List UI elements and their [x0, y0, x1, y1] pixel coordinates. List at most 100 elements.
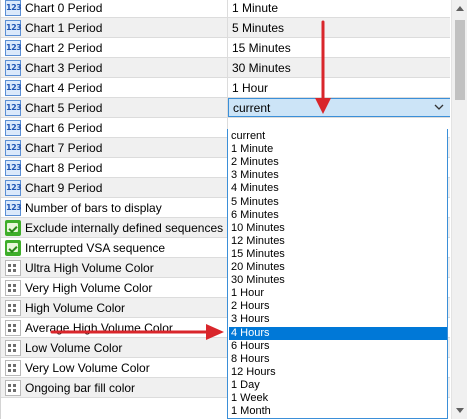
integer-icon-label: 123: [6, 102, 22, 112]
dropdown-option[interactable]: 3 Hours: [229, 313, 447, 326]
integer-icon: 123: [5, 19, 22, 36]
property-row[interactable]: 123 Chart 4 Period 1 Hour: [1, 78, 450, 98]
color-icon: [5, 339, 21, 356]
dropdown-option[interactable]: 6 Minutes: [229, 209, 447, 222]
dropdown-option[interactable]: 15 Minutes: [229, 248, 447, 261]
vertical-scrollbar[interactable]: [451, 0, 467, 419]
color-icon: [5, 259, 21, 276]
property-name: Chart 2 Period: [25, 40, 103, 55]
property-name-cell: Low Volume Color: [1, 338, 228, 357]
property-value[interactable]: 5 Minutes: [228, 18, 450, 37]
integer-icon: 123: [5, 79, 22, 96]
property-name-cell: 123 Chart 1 Period: [1, 18, 228, 37]
property-value[interactable]: 1 Minute: [228, 0, 450, 17]
dropdown-option[interactable]: current: [229, 130, 447, 143]
property-name-cell: 123 Chart 0 Period: [1, 0, 228, 17]
property-row[interactable]: 123 Chart 1 Period 5 Minutes: [1, 18, 450, 38]
property-name-cell: Average High Volume Color: [1, 318, 228, 337]
period-combobox[interactable]: current: [228, 98, 450, 117]
integer-icon: 123: [5, 59, 22, 76]
property-name: Chart 0 Period: [25, 0, 103, 15]
integer-icon-label: 123: [6, 62, 22, 72]
dropdown-option[interactable]: 12 Minutes: [229, 235, 447, 248]
property-value[interactable]: 30 Minutes: [228, 58, 450, 77]
property-name: Chart 1 Period: [25, 20, 103, 35]
dropdown-option[interactable]: 8 Hours: [229, 353, 447, 366]
color-icon: [5, 319, 21, 336]
dropdown-option[interactable]: 4 Hours: [229, 326, 447, 340]
integer-icon-label: 123: [6, 162, 22, 172]
dropdown-option[interactable]: 2 Hours: [229, 300, 447, 313]
property-name: Chart 7 Period: [25, 140, 103, 155]
property-name: Average High Volume Color: [25, 320, 173, 335]
property-name: Exclude internally defined sequences: [25, 220, 224, 235]
property-name-cell: 123 Chart 5 Period: [1, 98, 228, 117]
integer-icon: 123: [5, 139, 22, 156]
integer-icon: 123: [5, 179, 22, 196]
property-name-cell: 123 Chart 8 Period: [1, 158, 228, 177]
property-value[interactable]: 15 Minutes: [228, 38, 450, 57]
scroll-down-arrow-icon[interactable]: [452, 402, 467, 419]
property-name-cell: Interrupted VSA sequence: [1, 238, 228, 257]
integer-icon-label: 123: [6, 2, 22, 12]
property-name: Chart 4 Period: [25, 80, 103, 95]
property-name: Low Volume Color: [25, 340, 123, 355]
dropdown-option[interactable]: 1 Hour: [229, 287, 447, 300]
property-value[interactable]: 1 Hour: [228, 78, 450, 97]
property-name: High Volume Color: [25, 300, 126, 315]
color-icon: [5, 359, 21, 376]
property-name: Very High Volume Color: [25, 280, 153, 295]
dropdown-option[interactable]: 3 Minutes: [229, 169, 447, 182]
dropdown-option[interactable]: 6 Hours: [229, 340, 447, 353]
dropdown-option[interactable]: 30 Minutes: [229, 274, 447, 287]
integer-icon: 123: [5, 159, 22, 176]
property-name-cell: Exclude internally defined sequences: [1, 218, 228, 237]
property-row[interactable]: 123 Chart 0 Period 1 Minute: [1, 0, 450, 18]
integer-icon-label: 123: [6, 22, 22, 32]
color-icon: [5, 299, 21, 316]
integer-icon: 123: [5, 0, 22, 16]
property-name: Chart 8 Period: [25, 160, 103, 175]
property-name: Ultra High Volume Color: [25, 260, 154, 275]
dropdown-option[interactable]: 1 Month: [229, 405, 447, 418]
property-name-cell: Ongoing bar fill color: [1, 378, 228, 397]
property-row[interactable]: 123 Chart 3 Period 30 Minutes: [1, 58, 450, 78]
integer-icon: 123: [5, 199, 22, 216]
scroll-up-arrow-icon[interactable]: [452, 0, 467, 17]
dropdown-option[interactable]: 1 Week: [229, 392, 447, 405]
dropdown-option[interactable]: 4 Minutes: [229, 182, 447, 195]
dropdown-option[interactable]: 1 Day: [229, 379, 447, 392]
chevron-down-icon[interactable]: [433, 101, 445, 113]
integer-icon-label: 123: [6, 142, 22, 152]
scroll-thumb[interactable]: [455, 20, 465, 100]
integer-icon-label: 123: [6, 82, 22, 92]
integer-icon-label: 123: [6, 122, 22, 132]
dropdown-option[interactable]: 10 Minutes: [229, 222, 447, 235]
dropdown-option[interactable]: 20 Minutes: [229, 261, 447, 274]
property-name: Number of bars to display: [25, 200, 162, 215]
dropdown-option[interactable]: 2 Minutes: [229, 156, 447, 169]
property-name: Very Low Volume Color: [25, 360, 150, 375]
property-name-cell: 123 Chart 3 Period: [1, 58, 228, 77]
property-name-cell: 123 Number of bars to display: [1, 198, 228, 217]
integer-icon-label: 123: [6, 182, 22, 192]
property-name-cell: 123 Chart 9 Period: [1, 178, 228, 197]
property-name-cell: Very High Volume Color: [1, 278, 228, 297]
integer-icon: 123: [5, 119, 22, 136]
integer-icon-label: 123: [6, 202, 22, 212]
color-icon: [5, 279, 21, 296]
property-name: Chart 3 Period: [25, 60, 103, 75]
integer-icon-label: 123: [6, 42, 22, 52]
property-name-cell: High Volume Color: [1, 298, 228, 317]
property-row[interactable]: 123 Chart 5 Period current: [1, 98, 450, 118]
dropdown-option[interactable]: 12 Hours: [229, 366, 447, 379]
integer-icon: 123: [5, 99, 22, 116]
property-name-cell: Very Low Volume Color: [1, 358, 228, 377]
dropdown-option[interactable]: 5 Minutes: [229, 196, 447, 209]
period-dropdown-list[interactable]: current 1 Minute 2 Minutes 3 Minutes 4 Minut…: [227, 129, 448, 419]
dropdown-option[interactable]: 1 Minute: [229, 143, 447, 156]
integer-icon: 123: [5, 39, 22, 56]
property-row[interactable]: 123 Chart 2 Period 15 Minutes: [1, 38, 450, 58]
property-name: Ongoing bar fill color: [25, 380, 136, 395]
property-name: Interrupted VSA sequence: [25, 240, 166, 255]
